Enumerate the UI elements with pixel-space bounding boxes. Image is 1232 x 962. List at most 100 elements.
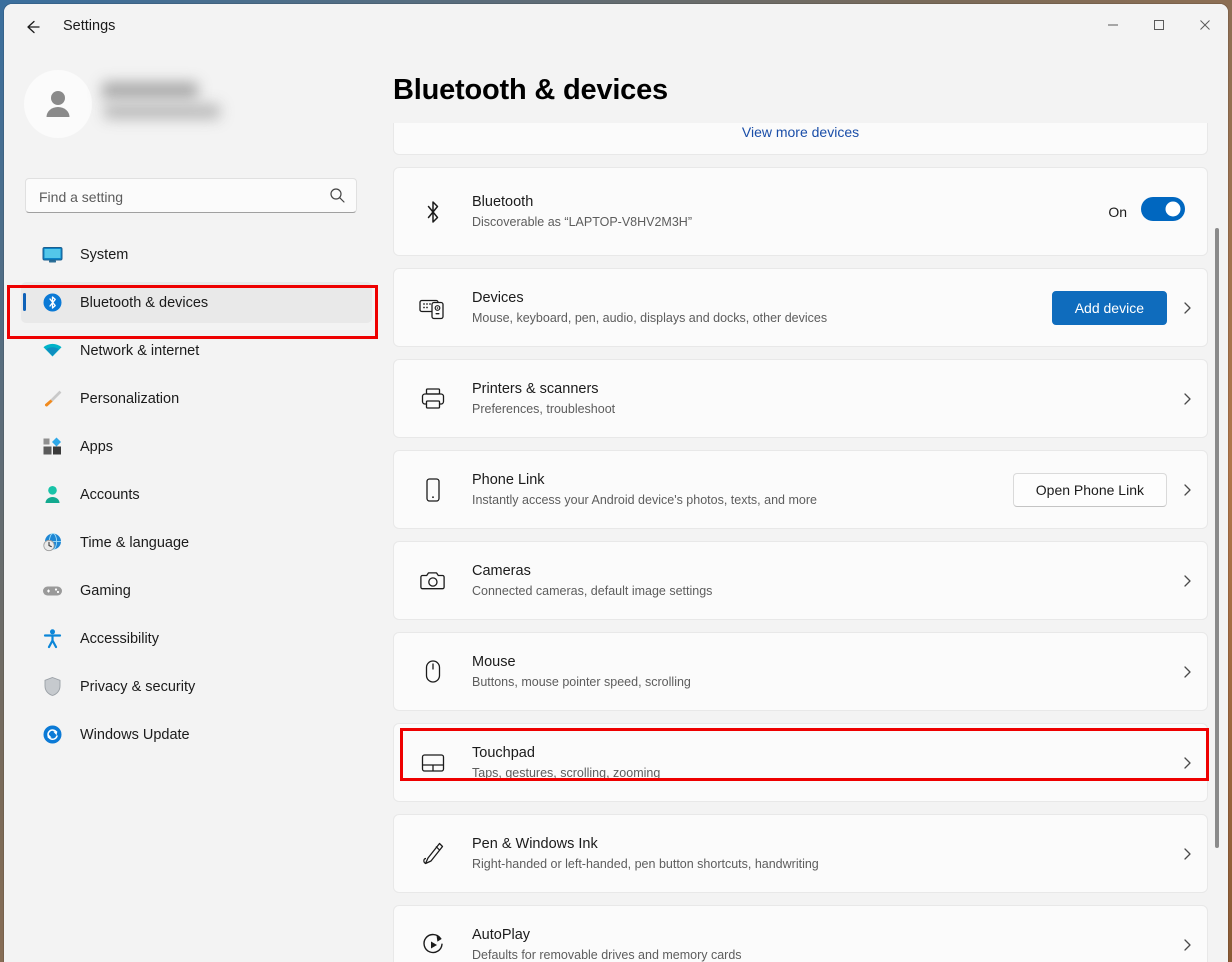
- card-title: Pen & Windows Ink: [472, 834, 1167, 854]
- sidebar-item-personalization[interactable]: Personalization: [21, 378, 372, 419]
- sidebar-item-system[interactable]: System: [21, 234, 372, 275]
- cameras-text: Cameras Connected cameras, default image…: [472, 561, 1167, 600]
- scrollbar-thumb[interactable]: [1215, 228, 1219, 848]
- card-title: AutoPlay: [472, 925, 1167, 945]
- pen-icon: [416, 841, 450, 867]
- page-title: Bluetooth & devices: [393, 74, 668, 107]
- sidebar-item-label: Accounts: [80, 487, 140, 503]
- autoplay-text: AutoPlay Defaults for removable drives a…: [472, 925, 1167, 962]
- minimize-button[interactable]: [1090, 4, 1136, 46]
- title-bar: Settings: [4, 4, 1228, 48]
- sidebar-item-label: Accessibility: [80, 631, 159, 647]
- chevron-right-icon[interactable]: [1167, 483, 1207, 497]
- bluetooth-icon: [416, 199, 450, 225]
- sidebar-item-network-internet[interactable]: Network & internet: [21, 330, 372, 371]
- mouse-card[interactable]: Mouse Buttons, mouse pointer speed, scro…: [393, 632, 1208, 711]
- add-device-button[interactable]: Add device: [1052, 291, 1167, 325]
- search-box[interactable]: [25, 178, 357, 213]
- card-title: Printers & scanners: [472, 379, 1167, 399]
- phone-link-text: Phone Link Instantly access your Android…: [472, 470, 1013, 509]
- card-title: Mouse: [472, 652, 1167, 672]
- clock-globe-icon: [38, 532, 66, 553]
- content-scrollbar[interactable]: [1212, 228, 1222, 928]
- sidebar-item-accounts[interactable]: Accounts: [21, 474, 372, 515]
- card-subtitle: Taps, gestures, scrolling, zooming: [472, 764, 1167, 782]
- account-name-redacted: [102, 82, 242, 124]
- sidebar-item-label: Personalization: [80, 391, 179, 407]
- shield-icon: [38, 676, 66, 697]
- sidebar-item-label: Network & internet: [80, 343, 199, 359]
- maximize-button[interactable]: [1136, 4, 1182, 46]
- cameras-card[interactable]: Cameras Connected cameras, default image…: [393, 541, 1208, 620]
- sidebar-item-gaming[interactable]: Gaming: [21, 570, 372, 611]
- main-content: Bluetooth & devices View more devices Bl…: [389, 48, 1228, 962]
- phone-icon: [416, 477, 450, 503]
- maximize-icon: [1153, 19, 1165, 31]
- bluetooth-card[interactable]: Bluetooth Discoverable as “LAPTOP-V8HV2M…: [393, 167, 1208, 256]
- person-icon: [38, 484, 66, 505]
- sidebar-item-apps[interactable]: Apps: [21, 426, 372, 467]
- sidebar-item-windows-update[interactable]: Windows Update: [21, 714, 372, 755]
- chevron-right-icon[interactable]: [1167, 574, 1207, 588]
- search-icon: [329, 187, 346, 209]
- monitor-icon: [38, 244, 66, 265]
- card-subtitle: Mouse, keyboard, pen, audio, displays an…: [472, 309, 1052, 327]
- chevron-right-icon[interactable]: [1167, 756, 1207, 770]
- pen-text: Pen & Windows Ink Right-handed or left-h…: [472, 834, 1167, 873]
- card-title: Touchpad: [472, 743, 1167, 763]
- card-subtitle: Defaults for removable drives and memory…: [472, 946, 1167, 962]
- redacted-line-1: [102, 82, 198, 99]
- card-subtitle: Instantly access your Android device's p…: [472, 491, 1013, 509]
- chevron-right-icon[interactable]: [1167, 665, 1207, 679]
- sidebar-item-privacy-security[interactable]: Privacy & security: [21, 666, 372, 707]
- sidebar-item-label: Apps: [80, 439, 113, 455]
- settings-window: Settings: [4, 4, 1228, 962]
- chevron-right-icon[interactable]: [1167, 847, 1207, 861]
- bluetooth-text: Bluetooth Discoverable as “LAPTOP-V8HV2M…: [472, 192, 1108, 231]
- search-input[interactable]: [37, 179, 321, 214]
- pen-windows-ink-card[interactable]: Pen & Windows Ink Right-handed or left-h…: [393, 814, 1208, 893]
- bluetooth-toggle[interactable]: [1141, 197, 1185, 226]
- printers-text: Printers & scanners Preferences, trouble…: [472, 379, 1167, 418]
- touchpad-text: Touchpad Taps, gestures, scrolling, zoom…: [472, 743, 1167, 782]
- sidebar-item-label: Privacy & security: [80, 679, 195, 695]
- settings-card-list: View more devices Bluetooth Discoverable…: [393, 123, 1208, 962]
- sidebar-item-accessibility[interactable]: Accessibility: [21, 618, 372, 659]
- bluetooth-toggle-state-label: On: [1108, 204, 1127, 220]
- phone-link-card[interactable]: Phone Link Instantly access your Android…: [393, 450, 1208, 529]
- view-more-devices-link[interactable]: View more devices: [394, 124, 1207, 140]
- autoplay-card[interactable]: AutoPlay Defaults for removable drives a…: [393, 905, 1208, 962]
- card-title: Phone Link: [472, 470, 1013, 490]
- sidebar-item-time-language[interactable]: Time & language: [21, 522, 372, 563]
- devices-card[interactable]: Devices Mouse, keyboard, pen, audio, dis…: [393, 268, 1208, 347]
- card-subtitle: Right-handed or left-handed, pen button …: [472, 855, 1167, 873]
- chevron-right-icon[interactable]: [1167, 301, 1207, 315]
- sidebar-item-label: Windows Update: [80, 727, 190, 743]
- printers-scanners-card[interactable]: Printers & scanners Preferences, trouble…: [393, 359, 1208, 438]
- bluetooth-subtitle: Discoverable as “LAPTOP-V8HV2M3H”: [472, 213, 1108, 231]
- view-more-devices-card[interactable]: View more devices: [393, 123, 1208, 155]
- sidebar-item-label: Bluetooth & devices: [80, 295, 208, 311]
- camera-icon: [416, 569, 450, 593]
- sidebar-item-bluetooth-devices[interactable]: Bluetooth & devices: [21, 282, 372, 323]
- open-phone-link-button[interactable]: Open Phone Link: [1013, 473, 1167, 507]
- chevron-right-icon[interactable]: [1167, 938, 1207, 952]
- card-title: Devices: [472, 288, 1052, 308]
- autoplay-icon: [416, 932, 450, 958]
- avatar: [24, 70, 92, 138]
- person-avatar-icon: [38, 84, 78, 124]
- close-button[interactable]: [1182, 4, 1228, 46]
- sidebar-item-label: Time & language: [80, 535, 189, 551]
- back-button[interactable]: [16, 13, 50, 41]
- sidebar-item-label: System: [80, 247, 128, 263]
- card-subtitle: Connected cameras, default image setting…: [472, 582, 1167, 600]
- bluetooth-title: Bluetooth: [472, 192, 1108, 212]
- printer-icon: [416, 386, 450, 412]
- minimize-icon: [1107, 19, 1119, 31]
- keyboard-device-icon: [416, 295, 450, 321]
- touchpad-card[interactable]: Touchpad Taps, gestures, scrolling, zoom…: [393, 723, 1208, 802]
- chevron-right-icon[interactable]: [1167, 392, 1207, 406]
- account-profile[interactable]: [24, 68, 354, 140]
- sidebar-item-label: Gaming: [80, 583, 131, 599]
- window-controls: [1090, 4, 1228, 46]
